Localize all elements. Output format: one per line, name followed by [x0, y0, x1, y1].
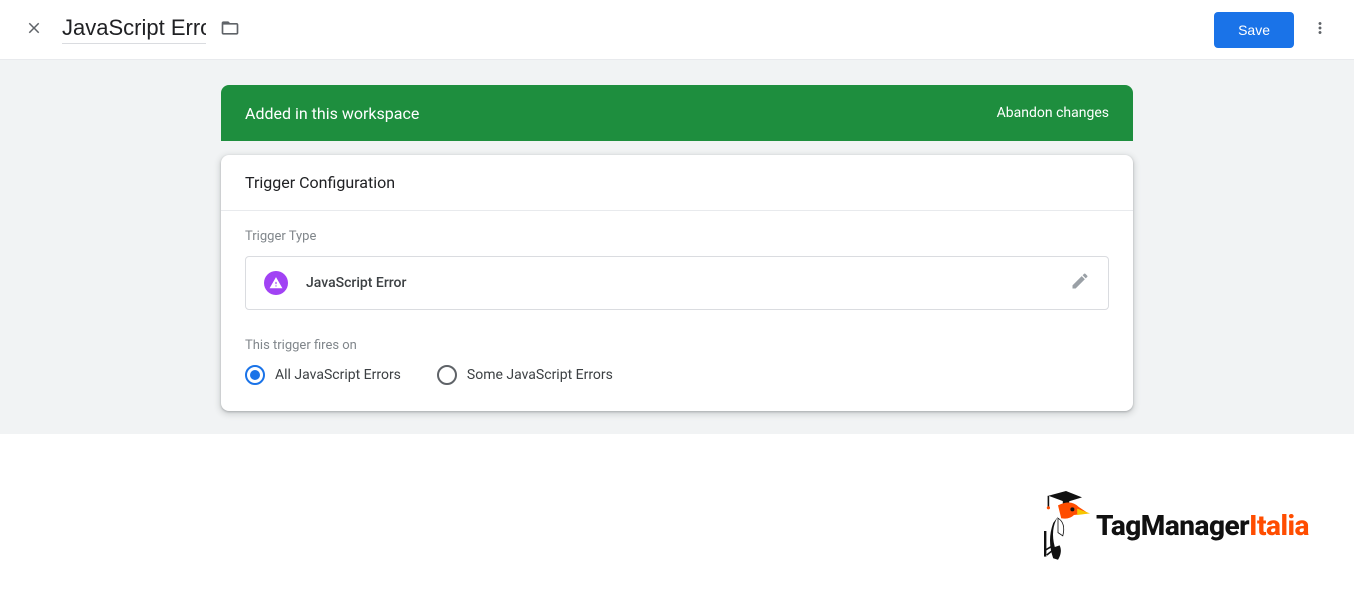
radio-all-js-errors[interactable]: All JavaScript Errors — [245, 365, 401, 385]
trigger-type-label: Trigger Type — [245, 229, 1109, 244]
radio-some-js-errors[interactable]: Some JavaScript Errors — [437, 365, 613, 385]
kebab-icon — [1311, 19, 1329, 41]
radio-label: All JavaScript Errors — [275, 367, 401, 383]
workspace-banner: Added in this workspace Abandon changes — [221, 85, 1133, 141]
radio-icon — [245, 365, 265, 385]
brand-logo: TagManagerItalia — [1034, 483, 1309, 567]
folder-icon — [220, 18, 240, 42]
radio-icon — [437, 365, 457, 385]
editor-canvas: Added in this workspace Abandon changes … — [0, 60, 1354, 434]
radio-label: Some JavaScript Errors — [467, 367, 613, 383]
abandon-changes-button[interactable]: Abandon changes — [997, 105, 1109, 121]
fires-on-label: This trigger fires on — [245, 338, 1109, 353]
woodpecker-icon — [1034, 483, 1090, 567]
trigger-config-panel: Trigger Configuration Trigger Type JavaS… — [221, 155, 1133, 411]
trigger-type-name: JavaScript Error — [306, 275, 406, 291]
fires-on-radio-group: All JavaScript Errors Some JavaScript Er… — [245, 365, 1109, 385]
pencil-icon — [1070, 271, 1090, 295]
banner-message: Added in this workspace — [245, 104, 419, 123]
close-icon — [25, 19, 43, 41]
warning-triangle-icon — [264, 271, 288, 295]
close-button[interactable] — [14, 10, 54, 50]
brand-text: TagManagerItalia — [1096, 509, 1309, 542]
panel-title: Trigger Configuration — [221, 155, 1133, 211]
more-menu-button[interactable] — [1300, 10, 1340, 50]
save-button[interactable]: Save — [1214, 12, 1294, 48]
app-header: Save — [0, 0, 1354, 60]
folder-button[interactable] — [218, 18, 242, 42]
trigger-type-selector[interactable]: JavaScript Error — [245, 256, 1109, 310]
trigger-title-input[interactable] — [62, 15, 206, 44]
